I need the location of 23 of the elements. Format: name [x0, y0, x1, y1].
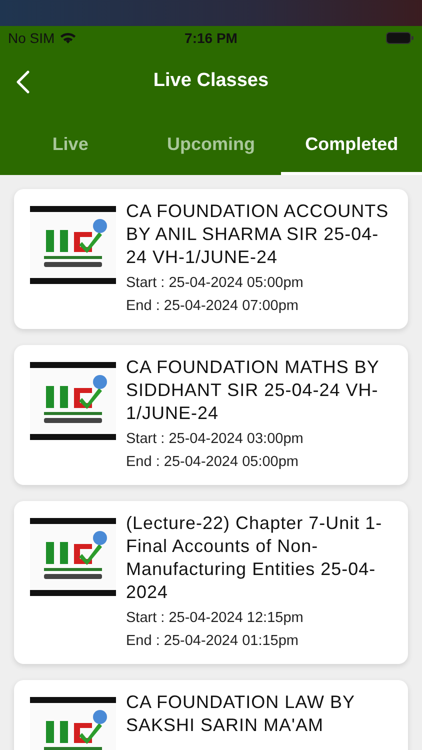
end-time: End : 25-04-2024 07:00pm — [126, 297, 300, 316]
back-icon — [16, 70, 30, 94]
tab[interactable]: Upcoming — [140, 112, 282, 175]
class-title: (Lecture-22) Chapter 7-Unit 1- Final Accounts of Non-Manufacturing Entities 25-04-2024 — [126, 512, 384, 604]
start-time: Start : 25-04-2024 12:15pm — [126, 609, 304, 628]
end-time: End : 25-04-2024 01:15pm — [126, 632, 300, 651]
class-card[interactable]: (Lecture-22) Chapter 7-Unit 1- Final Accounts of Non-Manufacturing Entities 25-04-2024 Start : 25-04-2024 12:15pm End : 25-04-2024 01:15pm — [14, 501, 408, 664]
tab[interactable]: Live — [0, 112, 141, 175]
class-title: CA FOUNDATION MATHS BY SIDDHANT SIR 25-04-24 VH-1/JUNE-24 — [126, 356, 380, 425]
battery-icon — [386, 32, 414, 44]
status-time: 7:16 PM — [184, 30, 238, 46]
page-title: Live Classes — [153, 70, 269, 92]
carrier-label: No SIM — [8, 30, 55, 46]
end-time: End : 25-04-2024 05:00pm — [126, 453, 300, 472]
class-card[interactable]: CA FOUNDATION LAW BY SAKSHI SARIN MA'AM — [14, 680, 408, 750]
class-card[interactable]: CA FOUNDATION MATHS BY SIDDHANT SIR 25-04-24 VH-1/JUNE-24 Start : 25-04-2024 03:00pm End : 25-04-2024 05:00pm — [14, 345, 408, 485]
class-title: CA FOUNDATION LAW BY SAKSHI SARIN MA'AM — [126, 691, 356, 737]
class-title: CA FOUNDATION ACCOUNTS BY ANIL SHARMA SIR 25-04-24 VH-1/JUNE-24 — [126, 200, 390, 269]
class-card[interactable]: CA FOUNDATION ACCOUNTS BY ANIL SHARMA SIR 25-04-24 VH-1/JUNE-24 Start : 25-04-2024 05:00pm End : 25-04-2024 07:00pm — [14, 189, 408, 329]
wifi-icon — [60, 32, 76, 44]
start-time: Start : 25-04-2024 03:00pm — [126, 430, 304, 449]
start-time: Start : 25-04-2024 05:00pm — [126, 274, 304, 293]
tab[interactable]: Completed — [281, 112, 422, 175]
